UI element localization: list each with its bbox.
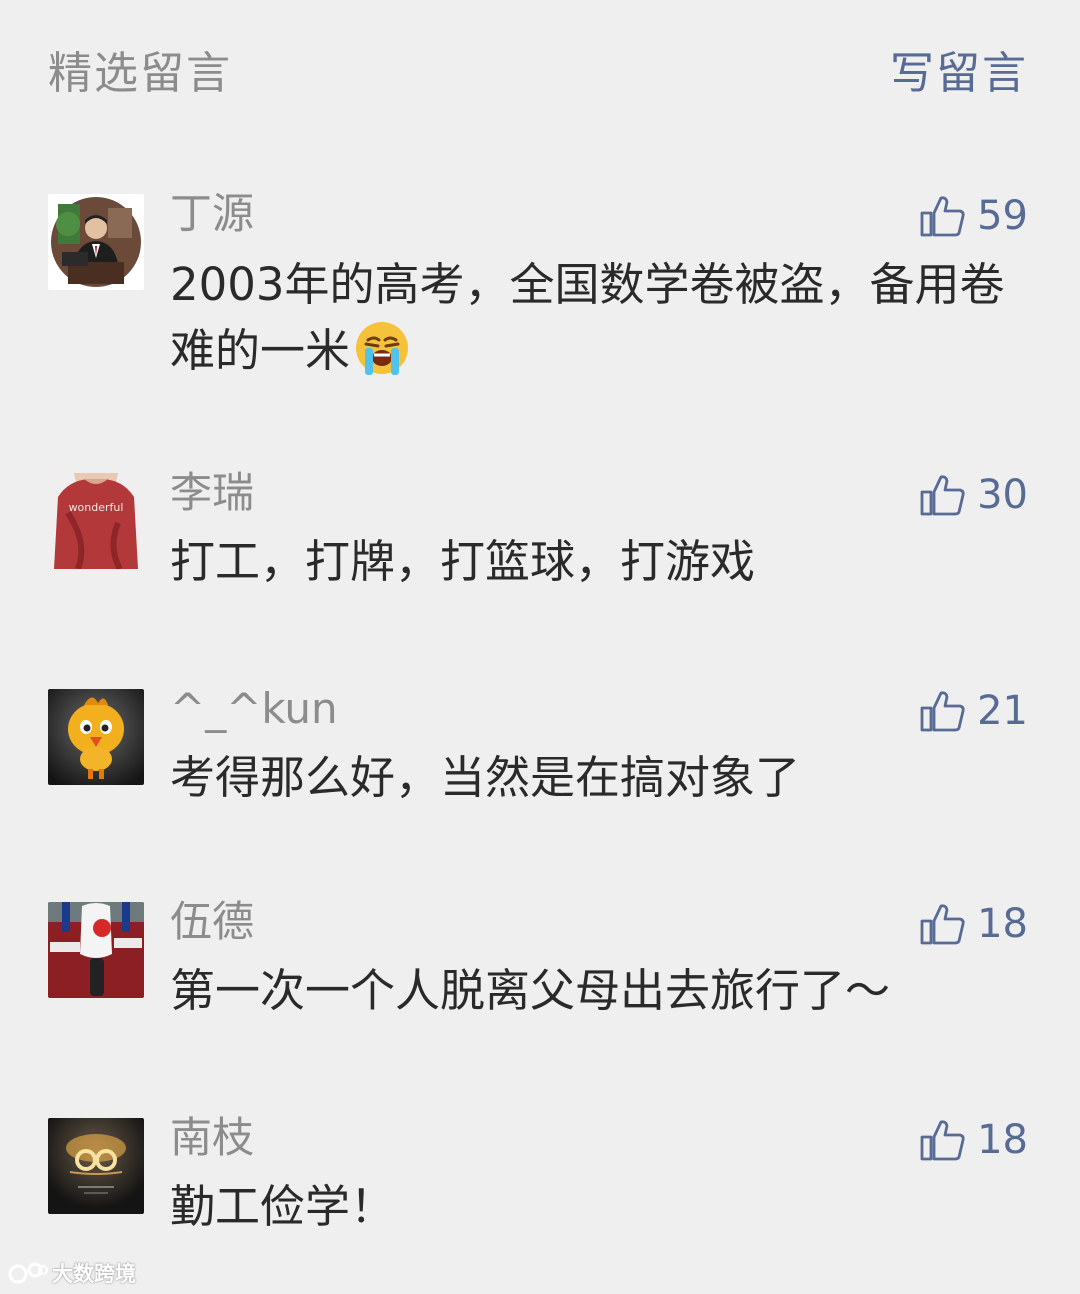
comments-page: 精选留言 写留言 丁源 59 2003年的高考，全国数学卷被盗，备用卷难的一米 … [0,0,1080,1294]
comment-author: 伍德 [170,897,255,946]
comment-text-body: 2003年的高考，全国数学卷被盗，备用卷难的一米 [170,258,1005,377]
comment-text: 勤工俭学！ [170,1180,396,1233]
like-count: 59 [977,193,1028,239]
comment-author: ^_^kun [170,684,338,733]
avatar[interactable] [48,902,144,998]
thumbs-up-icon [920,904,965,945]
comment-text: 打工，打牌，打篮球，打游戏 [170,535,756,588]
thumbs-up-icon [920,196,965,237]
like-count: 30 [977,472,1028,518]
comment-text: 2003年的高考，全国数学卷被盗，备用卷难的一米 [170,252,1032,384]
comment-author: 丁源 [170,189,255,238]
comment-author: 南枝 [170,1113,255,1162]
thumbs-up-icon [920,475,965,516]
like-button[interactable]: 30 [919,469,1028,521]
comment-text: 第一次一个人脱离父母出去旅行了～ [170,964,891,1017]
write-comment-button[interactable]: 写留言 [890,44,1028,104]
watermark: 大数跨境 [8,1258,136,1288]
thumbs-up-icon [920,1120,965,1161]
shirt-text: wonderful [69,501,124,514]
like-button[interactable]: 18 [919,898,1028,950]
comment-author: 李瑞 [170,468,255,517]
like-button[interactable]: 21 [919,685,1028,737]
thumbs-up-icon [920,691,965,732]
loudly-crying-face-icon [356,322,409,375]
like-count: 21 [977,688,1028,734]
watermark-logo-icon [8,1262,48,1284]
avatar[interactable]: wonderful [48,473,144,569]
avatar[interactable] [48,1118,144,1214]
avatar[interactable] [48,194,144,290]
like-button[interactable]: 18 [919,1114,1028,1166]
avatar[interactable] [48,689,144,785]
like-count: 18 [977,901,1028,947]
section-title: 精选留言 [48,48,232,99]
like-count: 18 [977,1117,1028,1163]
like-button[interactable]: 59 [919,190,1028,242]
comment-text: 考得那么好，当然是在搞对象了 [170,751,801,804]
watermark-text: 大数跨境 [52,1262,136,1286]
